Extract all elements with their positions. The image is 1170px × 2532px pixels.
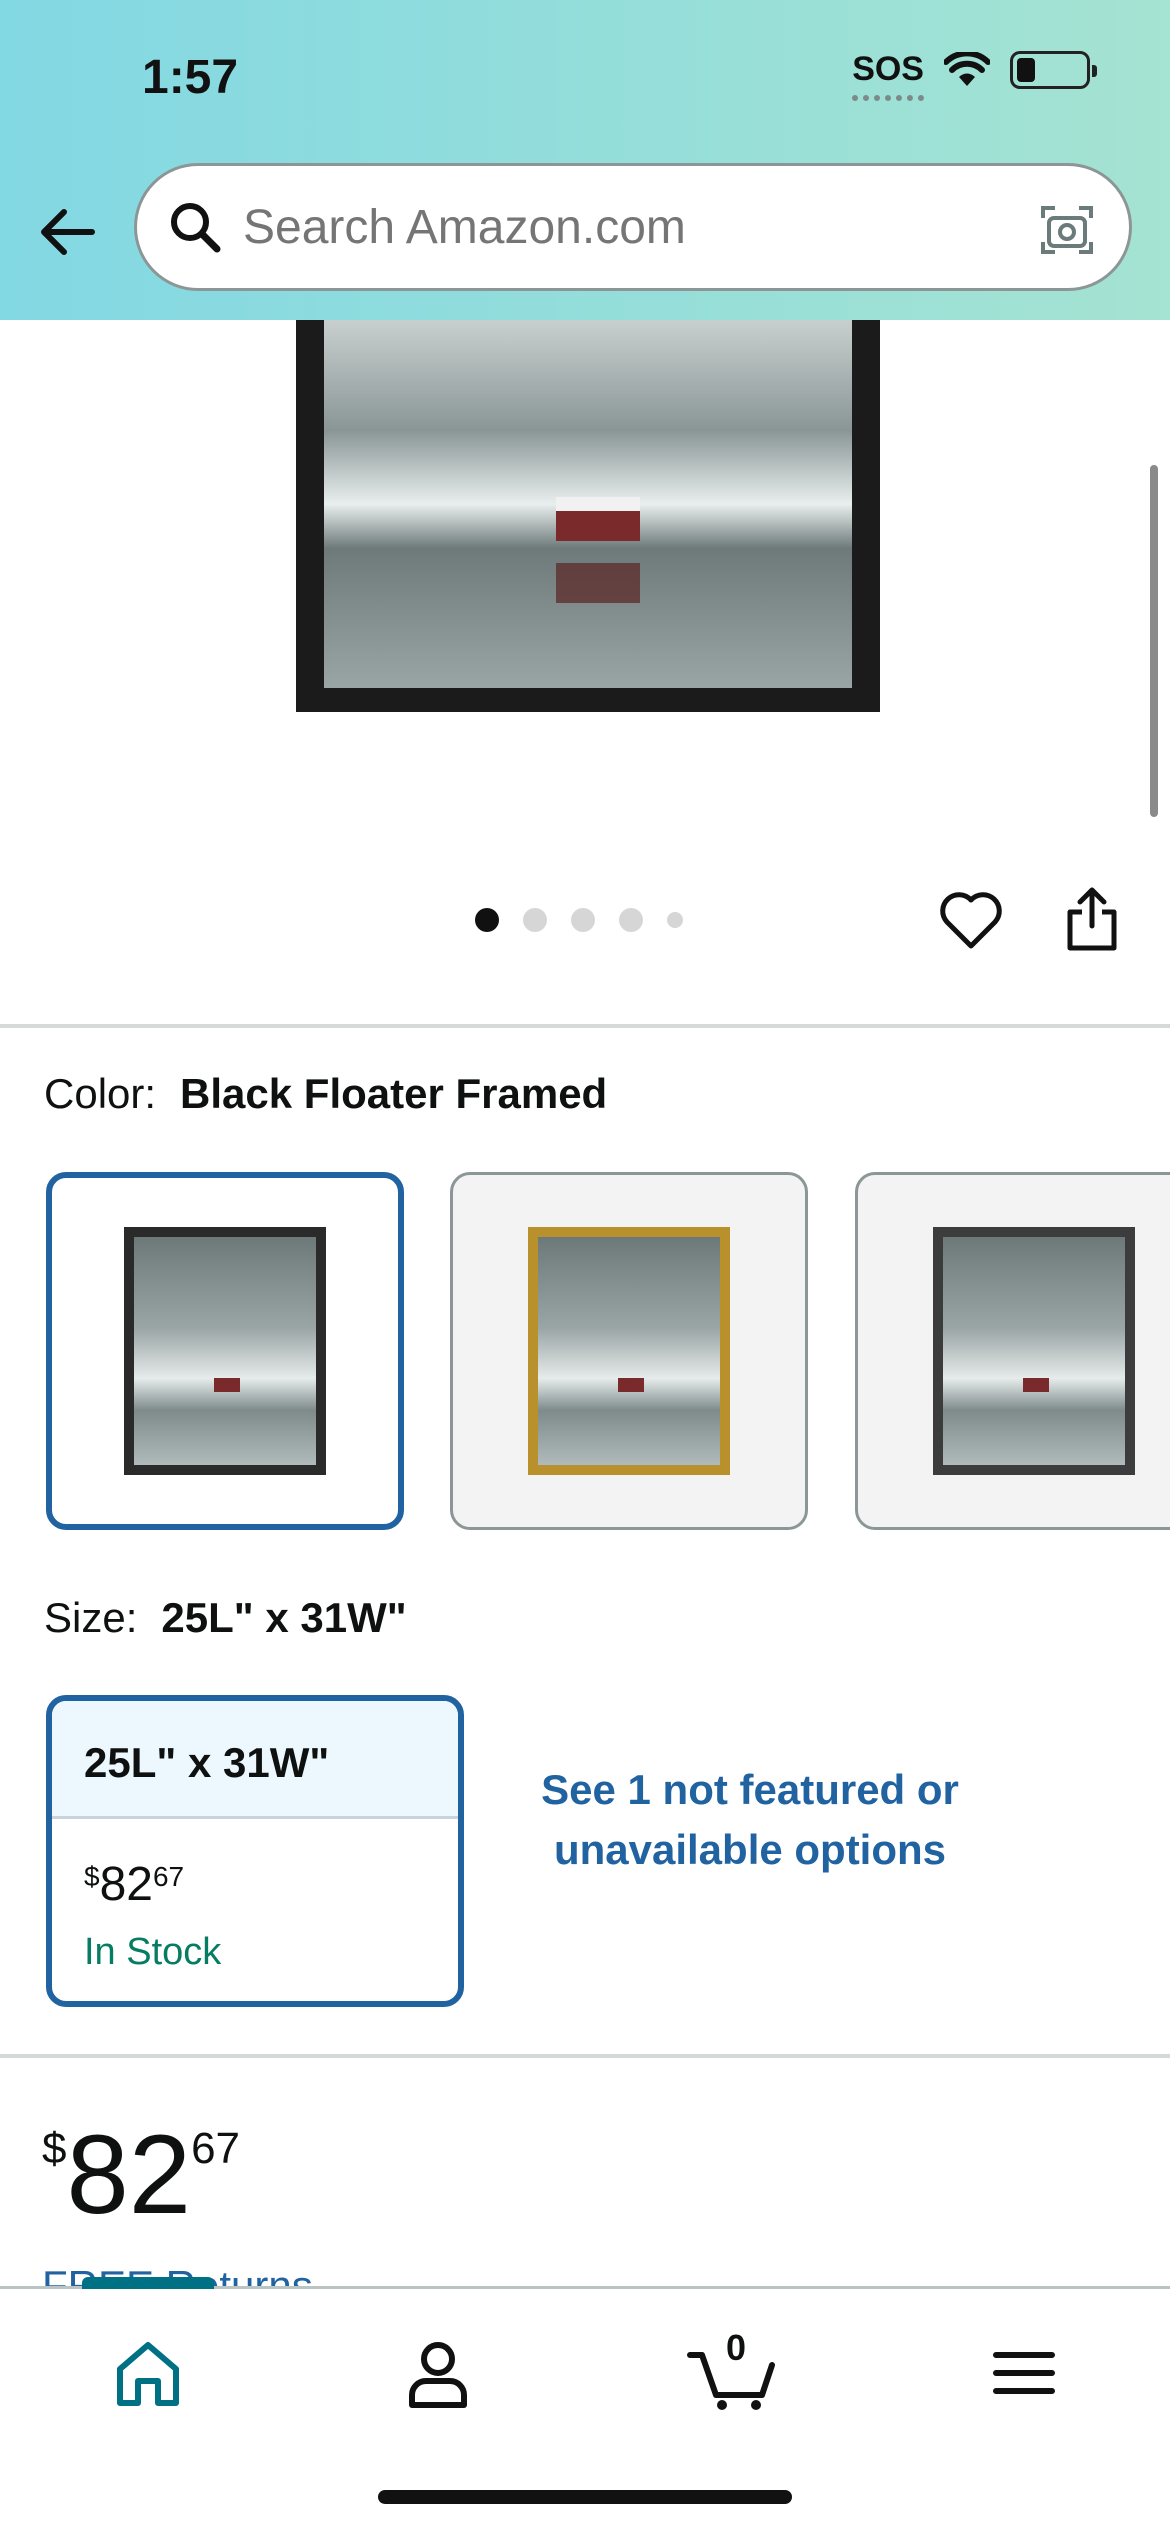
product-image[interactable] xyxy=(296,320,880,712)
status-icons: SOS xyxy=(852,50,1097,101)
account-icon[interactable] xyxy=(398,2333,478,2413)
color-label: Color: Black Floater Framed xyxy=(44,1070,608,1117)
search-input[interactable] xyxy=(243,199,1003,255)
size-label: Size: 25L" x 31W" xyxy=(44,1594,407,1641)
cart-button[interactable]: 0 xyxy=(686,2327,786,2413)
status-time: 1:57 xyxy=(142,51,239,104)
size-selected-value: 25L" x 31W" xyxy=(161,1594,407,1641)
wifi-icon xyxy=(944,51,990,86)
carousel-dot[interactable] xyxy=(523,908,547,932)
color-selected-value: Black Floater Framed xyxy=(180,1070,608,1117)
swatch-thumbnail xyxy=(933,1227,1135,1475)
cart-count: 0 xyxy=(726,2327,747,2368)
battery-icon xyxy=(1010,50,1097,89)
scrollbar[interactable] xyxy=(1150,465,1158,817)
carousel-dot[interactable] xyxy=(619,908,643,932)
search-bar[interactable] xyxy=(134,163,1132,291)
size-option-price: $8267 xyxy=(84,1858,185,1911)
stock-status: In Stock xyxy=(84,1931,222,1973)
carousel-dot[interactable] xyxy=(475,908,499,932)
carousel-dots xyxy=(475,908,683,932)
color-swatch-black[interactable] xyxy=(46,1172,404,1530)
color-swatch-gold[interactable] xyxy=(450,1172,808,1530)
color-swatch-silver[interactable] xyxy=(855,1172,1170,1530)
swatch-thumbnail xyxy=(124,1227,326,1475)
heart-icon[interactable] xyxy=(938,888,1004,954)
product-image-art xyxy=(324,320,852,688)
swatch-thumbnail xyxy=(528,1227,730,1475)
section-divider xyxy=(0,2054,1170,2058)
home-icon[interactable] xyxy=(108,2333,188,2413)
search-icon xyxy=(171,203,221,253)
product-price: $8267 xyxy=(42,2112,241,2237)
nav-active-indicator xyxy=(82,2277,214,2289)
size-option-card[interactable]: 25L" x 31W" $8267 In Stock xyxy=(46,1695,464,2007)
camera-search-icon[interactable] xyxy=(1037,200,1097,260)
carousel-dot[interactable] xyxy=(667,912,683,928)
sos-indicator: SOS xyxy=(852,50,924,101)
share-icon[interactable] xyxy=(1062,884,1122,954)
app-header: 1:57 SOS xyxy=(0,0,1170,320)
carousel-dot[interactable] xyxy=(571,908,595,932)
size-option-title: 25L" x 31W" xyxy=(52,1701,458,1819)
back-arrow-icon[interactable] xyxy=(36,200,100,264)
menu-icon[interactable] xyxy=(984,2333,1064,2413)
see-unavailable-options-link[interactable]: See 1 not featured or unavailable option… xyxy=(530,1760,970,1880)
section-divider xyxy=(0,1024,1170,1028)
home-indicator xyxy=(378,2490,792,2504)
